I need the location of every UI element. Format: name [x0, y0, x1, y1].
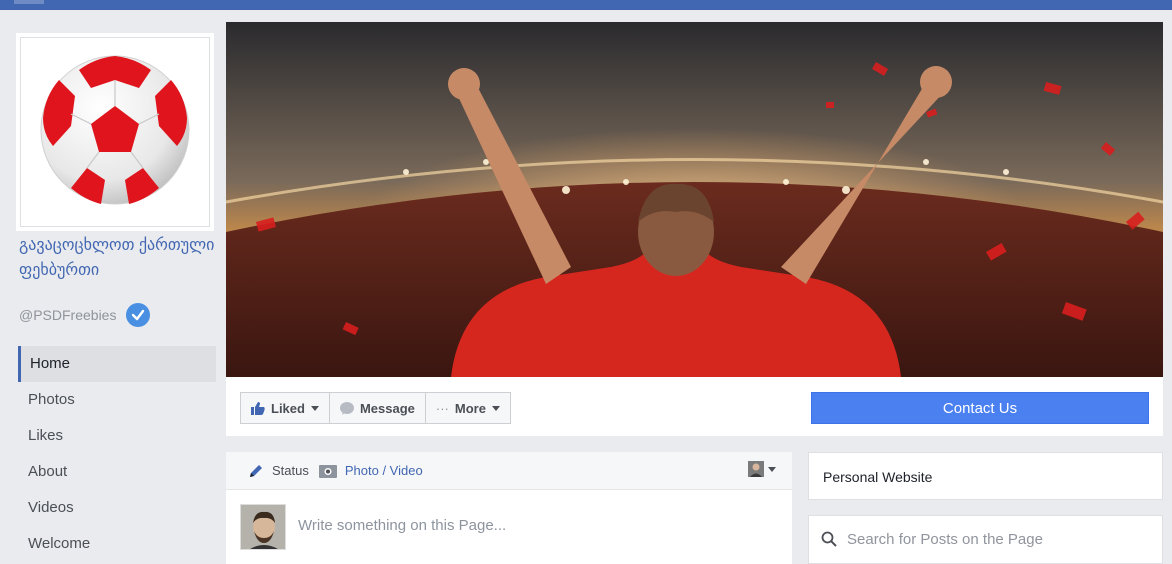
more-button[interactable]: ··· More — [425, 392, 511, 424]
message-label: Message — [359, 400, 415, 416]
left-column: გავაცოცხლოთ ქართული ფეხბურთი @PSDFreebie… — [8, 22, 222, 564]
chevron-down-icon — [768, 466, 776, 472]
nav-item-welcome[interactable]: Welcome — [18, 526, 216, 562]
cover-photo[interactable] — [226, 22, 1163, 377]
more-label: More — [454, 400, 486, 416]
more-dots-icon: ··· — [435, 400, 449, 416]
magnifier-icon — [821, 531, 837, 547]
chevron-down-icon — [491, 405, 500, 411]
nav-item-videos[interactable]: Videos — [18, 490, 216, 526]
page-search-box — [808, 515, 1163, 564]
profile-picture[interactable] — [20, 37, 210, 227]
camera-icon — [318, 465, 337, 478]
personal-website-label: Personal Website — [823, 469, 933, 485]
pencil-icon — [250, 464, 262, 477]
page-search-input[interactable] — [847, 531, 1147, 548]
soccer-ball-icon — [40, 55, 190, 205]
tab-status[interactable]: Status — [248, 463, 309, 479]
liked-label: Liked — [271, 400, 305, 416]
tab-photo-video-label: Photo / Video — [344, 463, 423, 478]
composer-input[interactable] — [298, 517, 758, 534]
chevron-down-icon — [310, 405, 319, 411]
post-composer: Status Photo / Video — [226, 452, 792, 564]
liked-button[interactable]: Liked — [240, 392, 330, 424]
stadium-cover-image — [226, 22, 1163, 377]
page-name[interactable]: გავაცოცხლოთ ქართული ფეხბურთი — [19, 233, 219, 283]
tab-photo-video[interactable]: Photo / Video — [318, 463, 423, 478]
personal-website-box[interactable]: Personal Website — [808, 452, 1163, 500]
message-button[interactable]: Message — [329, 392, 426, 424]
user-avatar-icon — [748, 461, 764, 477]
composer-tabs: Status Photo / Video — [226, 452, 792, 490]
nav-item-likes[interactable]: Likes — [18, 418, 216, 454]
tab-status-label: Status — [272, 463, 309, 478]
nav-item-home[interactable]: Home — [18, 346, 216, 382]
composer-body — [226, 490, 792, 564]
nav-item-photos[interactable]: Photos — [18, 382, 216, 418]
page-handle: @PSDFreebies — [19, 303, 151, 327]
page-handle-text: @PSDFreebies — [19, 307, 117, 323]
page-navigation: Home Photos Likes About Videos Welcome — [18, 346, 216, 562]
contact-us-button[interactable]: Contact Us — [811, 392, 1149, 424]
cover-card: Liked Message ··· More Contact Us — [226, 22, 1163, 436]
verified-check-icon — [126, 303, 151, 327]
nav-item-about[interactable]: About — [18, 454, 216, 490]
top-bar-logo[interactable] — [14, 0, 44, 4]
speech-bubble-icon — [339, 401, 354, 415]
post-as-selector[interactable] — [748, 461, 776, 477]
thumbs-up-icon — [251, 401, 265, 415]
user-avatar[interactable] — [240, 504, 286, 550]
top-navigation-bar — [0, 0, 1172, 10]
page-actions: Liked Message ··· More — [240, 392, 511, 424]
